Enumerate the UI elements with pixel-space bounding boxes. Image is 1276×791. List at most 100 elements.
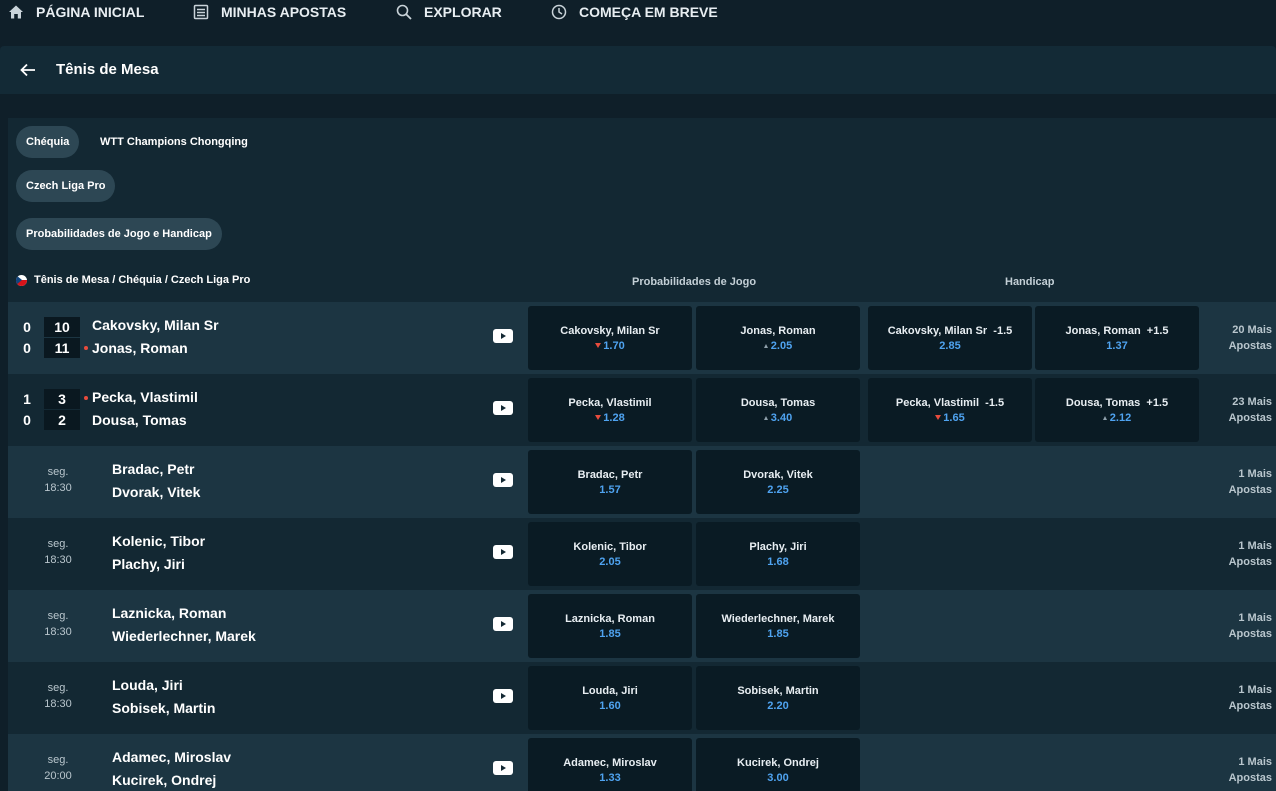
nav-home[interactable]: PÁGINA INICIAL: [8, 4, 144, 20]
player-away: Dvorak, Vitek: [112, 484, 201, 500]
odds-up-icon: [1102, 416, 1107, 420]
nav-starting-soon[interactable]: COMEÇA EM BREVE: [551, 4, 718, 20]
match-day: seg.: [47, 538, 69, 550]
more-bets-link[interactable]: 23 Mais Apostas: [1212, 394, 1272, 426]
odds-label: Plachy, Jiri: [749, 541, 807, 553]
handicap-button-away[interactable]: Dousa, Tomas +1.5 2.12: [1035, 378, 1199, 442]
odds-label: Jonas, Roman: [740, 325, 816, 337]
set-score: 0: [23, 340, 31, 356]
receipt-icon: [193, 4, 209, 20]
live-stream-icon[interactable]: [493, 329, 513, 343]
nav-my-bets[interactable]: MINHAS APOSTAS: [193, 4, 346, 20]
odds-button-away[interactable]: Plachy, Jiri 1.68: [696, 522, 860, 586]
czech-flag-icon: [16, 274, 27, 286]
match-time: 18:30: [44, 626, 72, 638]
back-arrow-icon[interactable]: [18, 60, 38, 80]
odds-value: 2.25: [767, 484, 789, 496]
player-home: Pecka, Vlastimil: [92, 389, 198, 405]
odds-label: Bradac, Petr: [577, 469, 643, 481]
odds-button-away[interactable]: Sobisek, Martin 2.20: [696, 666, 860, 730]
match-time: 18:30: [44, 482, 72, 494]
match-row[interactable]: 0 0 10 11 Cakovsky, Milan Sr Jonas, Roma…: [8, 302, 1276, 374]
odds-button-home[interactable]: Pecka, Vlastimil 1.28: [528, 378, 692, 442]
match-row[interactable]: 1 0 3 2 Pecka, Vlastimil Dousa, Tomas Pe…: [8, 374, 1276, 446]
match-day: seg.: [47, 682, 69, 694]
player-away: Wiederlechner, Marek: [112, 628, 256, 644]
chip-league[interactable]: Czech Liga Pro: [16, 170, 116, 202]
odds-value: 2.05: [696, 340, 860, 352]
match-time: 18:30: [44, 698, 72, 710]
odds-button-away[interactable]: Dousa, Tomas 3.40: [696, 378, 860, 442]
more-bets-link[interactable]: 1 Mais Apostas: [1212, 754, 1272, 786]
match-row[interactable]: seg. 18:30 Louda, Jiri Sobisek, Martin L…: [8, 662, 1276, 734]
odds-value: 1.68: [767, 556, 789, 568]
serve-indicator: [84, 346, 88, 350]
handicap-button-home[interactable]: Cakovsky, Milan Sr -1.5 2.85: [868, 306, 1032, 370]
nav-my-bets-label: MINHAS APOSTAS: [221, 4, 347, 20]
match-row[interactable]: seg. 20:00 Adamec, Miroslav Kucirek, Ond…: [8, 734, 1276, 791]
nav-starting-soon-label: COMEÇA EM BREVE: [579, 4, 718, 20]
player-home: Adamec, Miroslav: [112, 749, 232, 765]
game-score: 11: [44, 338, 80, 358]
live-stream-icon[interactable]: [493, 617, 513, 631]
player-away: Plachy, Jiri: [112, 556, 185, 572]
odds-value: 2.20: [767, 700, 789, 712]
more-bets-link[interactable]: 1 Mais Apostas: [1212, 682, 1272, 714]
events-panel: Chéquia WTT Champions Chongqing Czech Li…: [8, 118, 1276, 791]
chip-tournament[interactable]: WTT Champions Chongqing: [90, 126, 258, 158]
handicap-button-home[interactable]: Pecka, Vlastimil -1.5 1.65: [868, 378, 1032, 442]
odds-value: 3.00: [767, 772, 789, 784]
match-row[interactable]: seg. 18:30 Bradac, Petr Dvorak, Vitek Br…: [8, 446, 1276, 518]
set-score: 1: [23, 391, 31, 407]
chip-country[interactable]: Chéquia: [16, 126, 80, 158]
page-title: Tênis de Mesa: [56, 61, 159, 78]
odds-up-icon: [763, 344, 768, 348]
handicap-label: Dousa, Tomas +1.5: [1065, 397, 1169, 409]
live-stream-icon[interactable]: [493, 689, 513, 703]
odds-label: Pecka, Vlastimil: [568, 397, 652, 409]
nav-home-label: PÁGINA INICIAL: [36, 4, 145, 20]
more-bets-link[interactable]: 20 Mais Apostas: [1212, 322, 1272, 354]
more-bets-link[interactable]: 1 Mais Apostas: [1212, 538, 1272, 570]
nav-explore-label: EXPLORAR: [424, 4, 502, 20]
live-stream-icon[interactable]: [493, 401, 513, 415]
odds-value: 1.28: [528, 412, 692, 424]
more-bets-link[interactable]: 1 Mais Apostas: [1212, 610, 1272, 642]
match-day: seg.: [47, 466, 69, 478]
odds-button-home[interactable]: Louda, Jiri 1.60: [528, 666, 692, 730]
player-away: Sobisek, Martin: [112, 700, 216, 716]
odds-label: Wiederlechner, Marek: [721, 613, 835, 625]
player-home: Cakovsky, Milan Sr: [92, 317, 219, 333]
match-day: seg.: [47, 610, 69, 622]
odds-button-home[interactable]: Laznicka, Roman 1.85: [528, 594, 692, 658]
odds-button-home[interactable]: Kolenic, Tibor 2.05: [528, 522, 692, 586]
odds-value: 1.70: [528, 340, 692, 352]
league-path: Tênis de Mesa / Chéquia / Czech Liga Pro: [34, 274, 251, 286]
odds-button-home[interactable]: Cakovsky, Milan Sr 1.70: [528, 306, 692, 370]
more-bets-link[interactable]: 1 Mais Apostas: [1212, 466, 1272, 498]
odds-button-home[interactable]: Adamec, Miroslav 1.33: [528, 738, 692, 791]
odds-button-away[interactable]: Wiederlechner, Marek 1.85: [696, 594, 860, 658]
set-score: 0: [23, 319, 31, 335]
chip-market[interactable]: Probabilidades de Jogo e Handicap: [16, 218, 222, 250]
handicap-button-away[interactable]: Jonas, Roman +1.5 1.37: [1035, 306, 1199, 370]
odds-button-away[interactable]: Dvorak, Vitek 2.25: [696, 450, 860, 514]
match-row[interactable]: seg. 18:30 Kolenic, Tibor Plachy, Jiri K…: [8, 518, 1276, 590]
set-score: 0: [23, 412, 31, 428]
live-stream-icon[interactable]: [493, 473, 513, 487]
odds-button-away[interactable]: Kucirek, Ondrej 3.00: [696, 738, 860, 791]
odds-button-home[interactable]: Bradac, Petr 1.57: [528, 450, 692, 514]
top-nav: PÁGINA INICIAL MINHAS APOSTAS EXPLORAR C…: [0, 0, 1276, 28]
odds-label: Laznicka, Roman: [565, 613, 655, 625]
match-row[interactable]: seg. 18:30 Laznicka, Roman Wiederlechner…: [8, 590, 1276, 662]
player-away: Kucirek, Ondrej: [112, 772, 217, 788]
live-stream-icon[interactable]: [493, 761, 513, 775]
odds-label: Cakovsky, Milan Sr: [560, 325, 660, 337]
nav-explore[interactable]: EXPLORAR: [396, 4, 502, 20]
odds-button-away[interactable]: Jonas, Roman 2.05: [696, 306, 860, 370]
search-icon: [396, 4, 412, 20]
player-home: Laznicka, Roman: [112, 605, 227, 621]
player-home: Bradac, Petr: [112, 461, 195, 477]
live-stream-icon[interactable]: [493, 545, 513, 559]
odds-label: Louda, Jiri: [582, 685, 638, 697]
